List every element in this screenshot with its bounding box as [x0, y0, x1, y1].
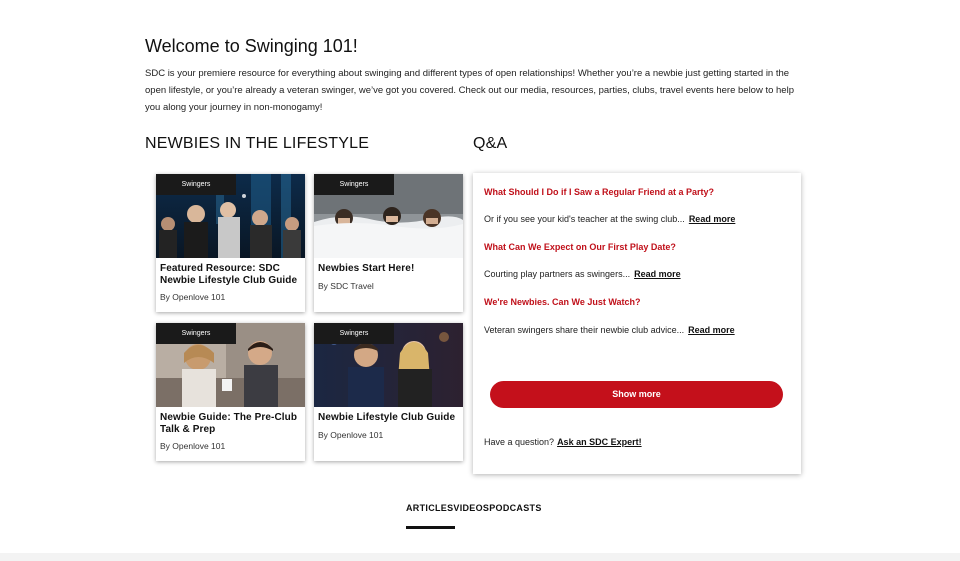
card-byline: By SDC Travel — [318, 280, 374, 291]
tab-podcasts[interactable]: PODCASTS — [489, 503, 541, 513]
page: Welcome to Swinging 101! SDC is your pre… — [0, 0, 960, 561]
show-more-button[interactable]: Show more — [490, 381, 783, 408]
qa-answer: Or if you see your kid's teacher at the … — [484, 214, 735, 224]
card-title[interactable]: Featured Resource: SDC Newbie Lifestyle … — [156, 258, 305, 286]
read-more-link[interactable]: Read more — [689, 214, 736, 224]
ask-prompt: Have a question? — [484, 437, 555, 447]
category-tag: Swingers — [156, 174, 236, 195]
people-under-blanket-photo[interactable]: Swingers — [314, 174, 463, 258]
tab-videos[interactable]: VIDEOS — [453, 503, 489, 513]
read-more-link[interactable]: Read more — [688, 325, 735, 335]
nightclub-crowd-photo[interactable]: Swingers — [156, 174, 305, 258]
qa-answer-text: Or if you see your kid's teacher at the … — [484, 214, 685, 224]
qa-answer-text: Veteran swingers share their newbie club… — [484, 325, 685, 335]
qa-section-heading: Q&A — [473, 135, 508, 152]
couple-talking-photo[interactable]: Swingers — [156, 323, 305, 407]
qa-panel: What Should I Do if I Saw a Regular Frie… — [473, 173, 801, 474]
card-byline: By Openlove 101 — [160, 292, 226, 302]
media-tabs: ARTICLES VIDEOS PODCASTS — [406, 503, 542, 513]
active-tab-indicator — [406, 526, 455, 529]
article-card[interactable]: Swingers Newbie Lifestyle Club Guide By … — [314, 323, 463, 461]
qa-answer-text: Courting play partners as swingers... — [484, 269, 631, 279]
read-more-link[interactable]: Read more — [634, 269, 681, 279]
card-title[interactable]: Newbie Lifestyle Club Guide — [314, 407, 463, 424]
card-title[interactable]: Newbie Guide: The Pre-Club Talk & Prep — [156, 407, 305, 435]
card-title[interactable]: Newbies Start Here! — [314, 258, 463, 275]
category-tag: Swingers — [314, 174, 394, 195]
qa-answer: Veteran swingers share their newbie club… — [484, 325, 735, 335]
article-card[interactable]: Swingers Featured Resource: SDC Newbie L… — [156, 174, 305, 312]
article-card[interactable]: Swingers Newbie Guide: The Pre-Club Talk… — [156, 323, 305, 461]
intro-paragraph: SDC is your premiere resource for everyt… — [145, 68, 794, 113]
ask-expert-link[interactable]: Ask an SDC Expert! — [557, 437, 642, 447]
newbies-section-heading: NEWBIES IN THE LIFESTYLE — [145, 135, 370, 152]
footer-band — [0, 553, 960, 561]
qa-question[interactable]: What Can We Expect on Our First Play Dat… — [484, 242, 676, 252]
couple-at-bar-photo[interactable]: Swingers — [314, 323, 463, 407]
category-tag: Swingers — [314, 323, 394, 344]
category-tag: Swingers — [156, 323, 236, 344]
card-byline: By Openlove 101 — [160, 441, 226, 451]
qa-question[interactable]: What Should I Do if I Saw a Regular Frie… — [484, 187, 714, 197]
ask-question-row: Have a question? Ask an SDC Expert! — [484, 437, 642, 447]
page-title: Welcome to Swinging 101! — [145, 36, 358, 56]
qa-answer: Courting play partners as swingers... Rea… — [484, 269, 681, 279]
article-card[interactable]: Swingers Newbies Start Here! By SDC Trav… — [314, 174, 463, 312]
qa-question[interactable]: We're Newbies. Can We Just Watch? — [484, 297, 641, 307]
card-byline: By Openlove 101 — [318, 429, 384, 440]
tab-articles[interactable]: ARTICLES — [406, 503, 453, 513]
